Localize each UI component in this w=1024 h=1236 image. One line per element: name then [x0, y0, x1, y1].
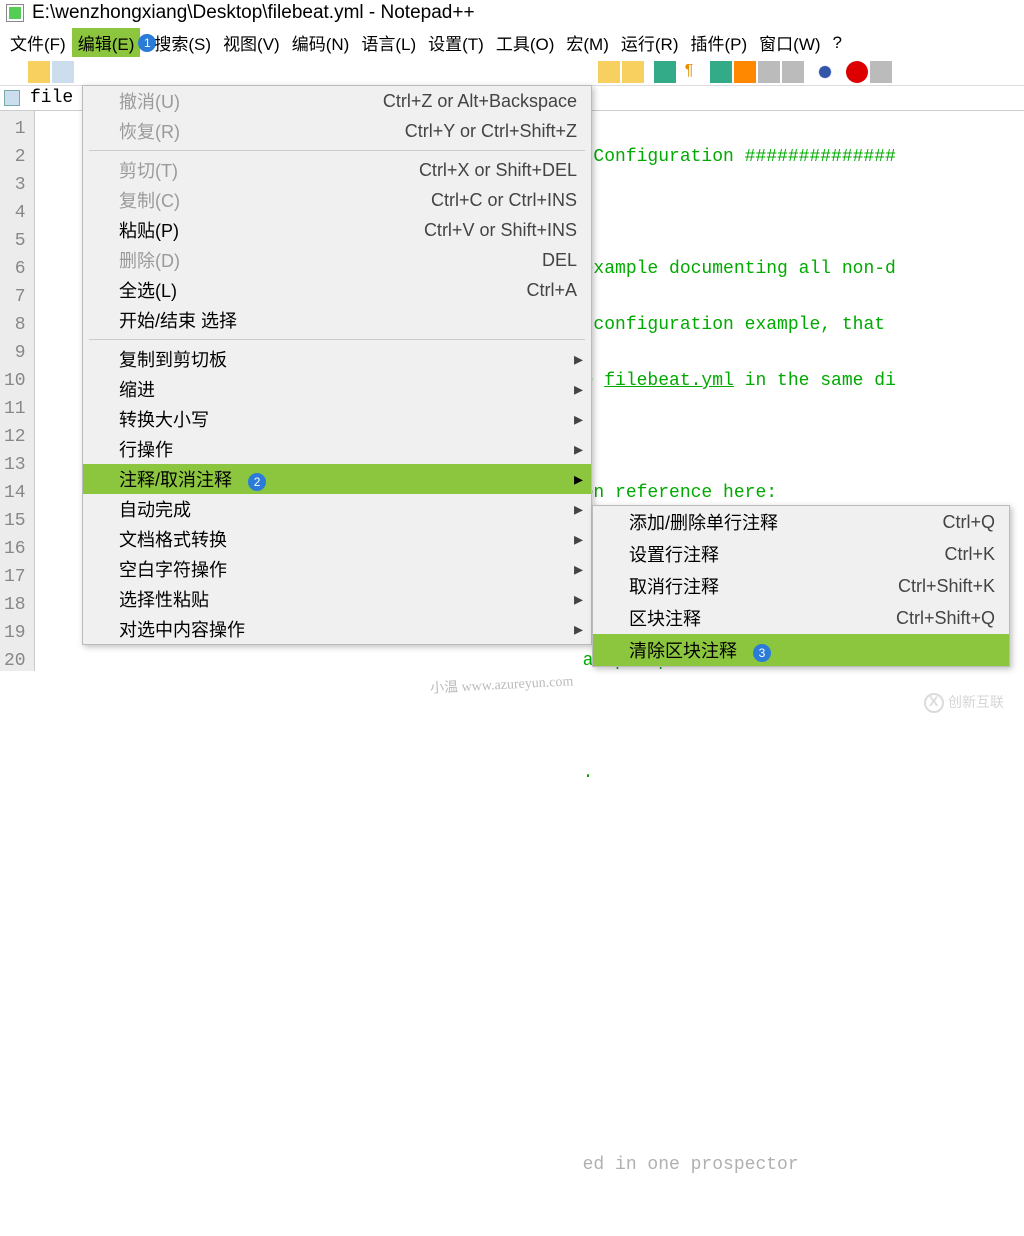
- menu-selopts[interactable]: 对选中内容操作▸: [83, 614, 591, 644]
- menu-whitespace[interactable]: 空白字符操作▸: [83, 554, 591, 584]
- menu-tools[interactable]: 工具(O): [490, 28, 561, 57]
- chevron-right-icon: ▸: [574, 439, 583, 460]
- menu-selectall[interactable]: 全选(L)Ctrl+A: [83, 275, 591, 305]
- chevron-right-icon: ▸: [574, 409, 583, 430]
- menu-beginend[interactable]: 开始/结束 选择: [83, 305, 591, 335]
- tab-name[interactable]: file: [24, 86, 79, 110]
- chevron-right-icon: ▸: [574, 619, 583, 640]
- menu-view[interactable]: 视图(V): [217, 28, 286, 57]
- monitor-icon[interactable]: [814, 61, 836, 83]
- submenu-clear-block[interactable]: 清除区块注释 3: [593, 634, 1009, 666]
- menu-autocomplete[interactable]: 自动完成▸: [83, 494, 591, 524]
- open-file-icon[interactable]: [28, 61, 50, 83]
- menu-macro[interactable]: 宏(M): [560, 28, 614, 57]
- badge-2: 2: [248, 473, 266, 491]
- menu-delete[interactable]: 删除(D)DEL: [83, 245, 591, 275]
- doc-map-icon[interactable]: [758, 61, 780, 83]
- menu-help[interactable]: ?: [827, 31, 848, 55]
- lock2-icon[interactable]: [622, 61, 644, 83]
- pilcrow-icon[interactable]: ¶: [678, 61, 700, 83]
- record-macro-icon[interactable]: [846, 61, 868, 83]
- chevron-right-icon: ▸: [574, 469, 583, 490]
- menu-edit[interactable]: 编辑(E): [72, 28, 141, 57]
- code-line: .: [43, 759, 1016, 787]
- tab-icon: [4, 90, 20, 106]
- menu-comment[interactable]: 注释/取消注释 2▸: [83, 464, 591, 494]
- submenu-unset-line[interactable]: 取消行注释Ctrl+Shift+K: [593, 570, 1009, 602]
- submenu-block[interactable]: 区块注释Ctrl+Shift+Q: [593, 602, 1009, 634]
- badge-3: 3: [753, 644, 771, 662]
- edit-menu: 撤消(U)Ctrl+Z or Alt+Backspace 恢复(R)Ctrl+Y…: [82, 85, 592, 645]
- menu-cut[interactable]: 剪切(T)Ctrl+X or Shift+DEL: [83, 155, 591, 185]
- filebeat-yml-link[interactable]: filebeat.yml: [604, 371, 734, 391]
- menu-docfmt[interactable]: 文档格式转换▸: [83, 524, 591, 554]
- lock-icon[interactable]: [598, 61, 620, 83]
- menu-redo[interactable]: 恢复(R)Ctrl+Y or Ctrl+Shift+Z: [83, 116, 591, 146]
- chevron-right-icon: ▸: [574, 589, 583, 610]
- title-bar: E:\wenzhongxiang\Desktop\filebeat.yml - …: [0, 0, 1024, 26]
- menu-encoding[interactable]: 编码(N): [286, 28, 356, 57]
- func-list-icon[interactable]: [734, 61, 756, 83]
- watermark: 创新互联: [924, 692, 1004, 713]
- toolbar: ¶: [0, 59, 1024, 86]
- chevron-right-icon: ▸: [574, 529, 583, 550]
- menu-run[interactable]: 运行(R): [615, 28, 685, 57]
- menu-lineops[interactable]: 行操作▸: [83, 434, 591, 464]
- menu-indent[interactable]: 缩进▸: [83, 374, 591, 404]
- indent-icon[interactable]: [654, 61, 676, 83]
- menu-plugins[interactable]: 插件(P): [684, 28, 753, 57]
- new-file-icon[interactable]: [4, 61, 26, 83]
- menu-search[interactable]: 搜索(S): [148, 28, 217, 57]
- menu-caseconv[interactable]: 转换大小写▸: [83, 404, 591, 434]
- outdent-icon[interactable]: [710, 61, 732, 83]
- menu-copy[interactable]: 复制(C)Ctrl+C or Ctrl+INS: [83, 185, 591, 215]
- menu-bar: 文件(F) 编辑(E) 1 搜索(S) 视图(V) 编码(N) 语言(L) 设置…: [0, 26, 1024, 59]
- menu-paste[interactable]: 粘贴(P)Ctrl+V or Shift+INS: [83, 215, 591, 245]
- line-number-gutter: 1234567891011121314151617181920: [0, 111, 35, 671]
- watermark-logo-icon: [924, 693, 944, 713]
- menu-settings[interactable]: 设置(T): [422, 28, 490, 57]
- menu-language[interactable]: 语言(L): [355, 28, 422, 57]
- chevron-right-icon: ▸: [574, 349, 583, 370]
- chevron-right-icon: ▸: [574, 379, 583, 400]
- menu-selpaste[interactable]: 选择性粘贴▸: [83, 584, 591, 614]
- chevron-right-icon: ▸: [574, 499, 583, 520]
- menu-clipboard[interactable]: 复制到剪切板▸: [83, 344, 591, 374]
- doc-list-icon[interactable]: [782, 61, 804, 83]
- submenu-set-line[interactable]: 设置行注释Ctrl+K: [593, 538, 1009, 570]
- menu-file[interactable]: 文件(F): [4, 28, 72, 57]
- chevron-right-icon: ▸: [574, 559, 583, 580]
- app-icon: [6, 4, 24, 22]
- window-title: E:\wenzhongxiang\Desktop\filebeat.yml - …: [32, 2, 475, 24]
- save-icon[interactable]: [52, 61, 74, 83]
- stop-macro-icon[interactable]: [870, 61, 892, 83]
- comment-submenu: 添加/删除单行注释Ctrl+Q 设置行注释Ctrl+K 取消行注释Ctrl+Sh…: [592, 505, 1010, 667]
- submenu-toggle-single[interactable]: 添加/删除单行注释Ctrl+Q: [593, 506, 1009, 538]
- code-line: ed in one prospector: [43, 1151, 1016, 1179]
- menu-window[interactable]: 窗口(W): [753, 28, 826, 57]
- menu-undo[interactable]: 撤消(U)Ctrl+Z or Alt+Backspace: [83, 86, 591, 116]
